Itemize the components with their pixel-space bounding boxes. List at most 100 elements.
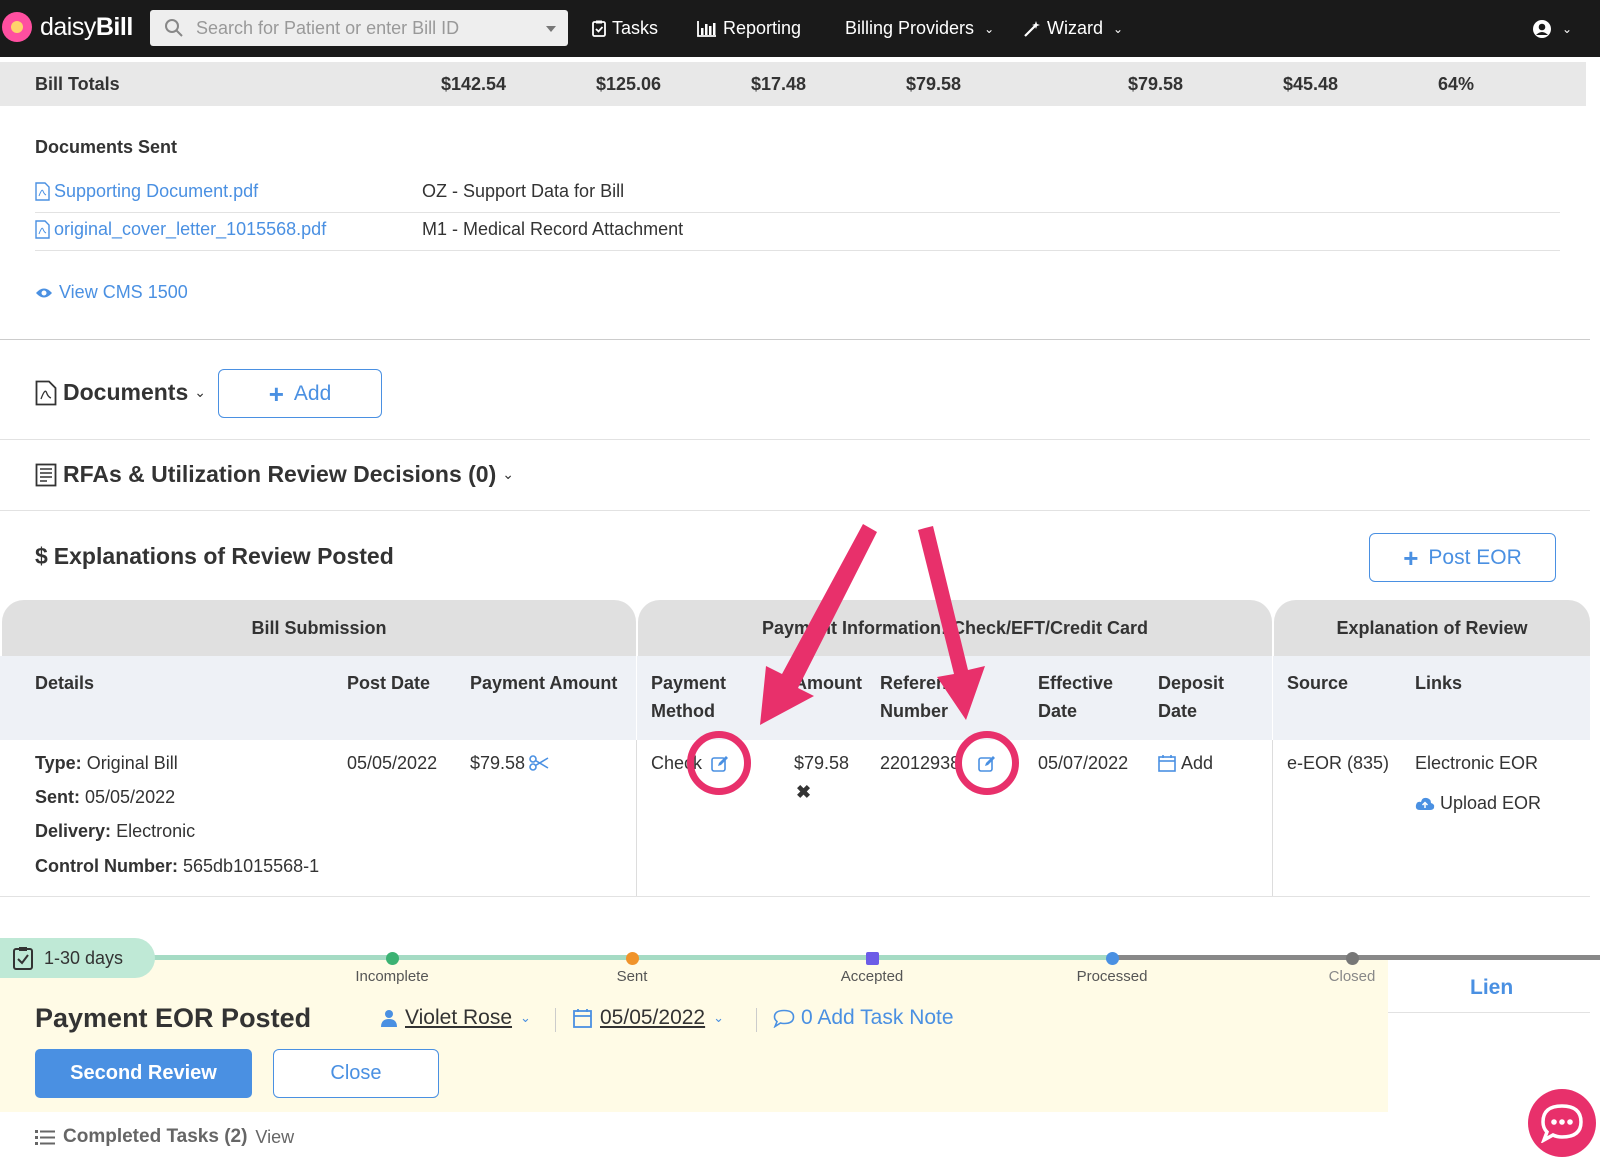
nav-reporting[interactable]: Reporting [697, 0, 801, 57]
documents-section-header[interactable]: Documents ⌄ [35, 379, 206, 406]
type-label: Type: [35, 753, 82, 773]
section-divider [0, 339, 1590, 340]
task-assignee: Violet Rose [405, 1006, 513, 1029]
col-payment-method-line1: Payment [651, 673, 727, 693]
highlight-circle-payment-method [687, 731, 751, 795]
eor-source: e-EOR (835) [1287, 753, 1390, 773]
nav-wizard[interactable]: Wizard ⌄ [1023, 0, 1123, 57]
post-eor-button[interactable]: + Post EOR [1369, 533, 1556, 582]
bar-chart-icon [697, 21, 716, 37]
task-age-badge: 1-30 days [0, 938, 155, 978]
close-task-button[interactable]: Close [273, 1049, 439, 1098]
task-title: Payment EOR Posted [35, 1003, 312, 1033]
col-payment-amount: Payment Amount [470, 673, 618, 693]
chat-support-button[interactable] [1528, 1089, 1596, 1157]
calendar-icon [573, 1009, 592, 1028]
supporting-document-link[interactable]: Supporting Document.pdf [35, 181, 258, 202]
col-deposit-line2: Date [1158, 701, 1198, 721]
search-input[interactable] [150, 10, 568, 46]
col-details: Details [35, 673, 95, 693]
bill-total-percent: 64% [1438, 74, 1475, 94]
task-date-dropdown[interactable]: 05/05/2022 ⌄ [573, 1006, 724, 1030]
upload-eor-label: Upload EOR [1440, 793, 1542, 813]
chevron-down-icon: ⌄ [713, 1010, 725, 1025]
post-eor-label: Post EOR [1428, 545, 1522, 569]
nav-reporting-label: Reporting [723, 18, 802, 38]
task-note-label: 0 Add Task Note [801, 1006, 954, 1029]
eye-icon [36, 288, 52, 297]
sent-value: 05/05/2022 [85, 787, 176, 807]
add-deposit-label: Add [1181, 753, 1214, 773]
col-deposit-date: Deposit Date [1158, 669, 1224, 725]
daisybill-logo[interactable]: daisyBill [2, 12, 133, 42]
delete-x-icon[interactable]: ✖ [796, 775, 811, 809]
nav-tasks[interactable]: Tasks [592, 0, 658, 57]
scissors-icon[interactable] [529, 755, 549, 771]
section-divider [0, 439, 1590, 440]
nav-billing-providers[interactable]: Billing Providers ⌄ [845, 0, 994, 57]
divider [756, 1008, 757, 1032]
stage-closed: Closed [1328, 968, 1376, 985]
bill-total-payments: $79.58 [1128, 74, 1184, 94]
divider [35, 212, 1560, 213]
col-links: Links [1415, 673, 1463, 693]
nav-wizard-label: Wizard [1047, 18, 1104, 38]
add-task-note-link[interactable]: 0 Add Task Note [773, 1006, 954, 1030]
eor-delivery: Delivery: Electronic [35, 814, 195, 848]
rfas-section-header[interactable]: RFAs & Utilization Review Decisions (0) … [35, 461, 514, 488]
view-cms-1500-label: View CMS 1500 [59, 282, 188, 302]
clipboard-check-icon [13, 947, 33, 970]
task-assignee-dropdown[interactable]: Violet Rose ⌄ [381, 1006, 531, 1030]
document-filename: Supporting Document.pdf [54, 181, 259, 201]
bill-total-allowed: $125.06 [596, 74, 662, 94]
document-description: OZ - Support Data for Bill [422, 181, 625, 201]
second-review-button[interactable]: Second Review [35, 1049, 252, 1098]
chevron-down-icon: ⌄ [1562, 21, 1573, 36]
view-cms-1500-link[interactable]: View CMS 1500 [35, 282, 188, 303]
upload-eor-link[interactable]: Upload EOR [1415, 786, 1541, 820]
completed-tasks-view-link[interactable]: View [255, 1127, 294, 1148]
rfas-title: RFAs & Utilization Review Decisions (0) [63, 461, 497, 487]
task-age-label: 1-30 days [44, 947, 124, 968]
eor-title: Explanations of Review Posted [53, 543, 394, 569]
eor-group-header: Explanation of Review [1274, 600, 1590, 656]
pdf-file-icon [35, 380, 57, 405]
electronic-eor-link[interactable]: Electronic EOR [1415, 746, 1538, 780]
search-dropdown-caret-icon[interactable] [546, 26, 556, 32]
bill-total-adjustment: $17.48 [751, 74, 807, 94]
add-document-label: Add [293, 381, 332, 405]
close-task-label: Close [330, 1062, 382, 1084]
col-effective-line1: Effective [1038, 673, 1114, 693]
task-date: 05/05/2022 [600, 1006, 706, 1029]
col-post-date: Post Date [347, 673, 431, 693]
stage-dot-incomplete [386, 952, 399, 965]
user-menu[interactable]: ⌄ [1532, 0, 1572, 57]
eor-post-date: 05/05/2022 [347, 753, 438, 773]
lien-tab[interactable]: Lien [1470, 976, 1513, 1000]
col-source: Source [1287, 673, 1349, 693]
add-document-button[interactable]: + Add [218, 369, 382, 418]
patient-search[interactable] [150, 10, 568, 46]
plus-icon: + [1403, 542, 1419, 573]
column-divider [636, 656, 637, 740]
pdf-file-icon [35, 182, 50, 201]
stage-sent: Sent [616, 968, 648, 985]
pdf-file-icon [35, 220, 50, 239]
add-deposit-date-link[interactable]: Add [1158, 746, 1213, 780]
cloud-upload-icon [1415, 797, 1435, 810]
search-icon [165, 19, 183, 37]
eor-payment-amount: $79.58 [470, 746, 549, 780]
control-label: Control Number: [35, 856, 178, 876]
document-filename: original_cover_letter_1015568.pdf [54, 219, 327, 239]
top-navigation-bar: daisyBill Tasks Reporting Billing Provid… [0, 0, 1600, 57]
cover-letter-link[interactable]: original_cover_letter_1015568.pdf [35, 219, 326, 240]
user-icon [381, 1010, 397, 1027]
daisy-flower-icon [2, 12, 32, 42]
divider [1388, 1012, 1590, 1013]
stage-incomplete: Incomplete [355, 968, 429, 985]
rfa-form-icon [35, 463, 57, 486]
bill-total-paid: $79.58 [906, 74, 962, 94]
chevron-down-icon: ⌄ [984, 21, 995, 36]
sent-label: Sent: [35, 787, 80, 807]
divider [555, 1008, 556, 1032]
